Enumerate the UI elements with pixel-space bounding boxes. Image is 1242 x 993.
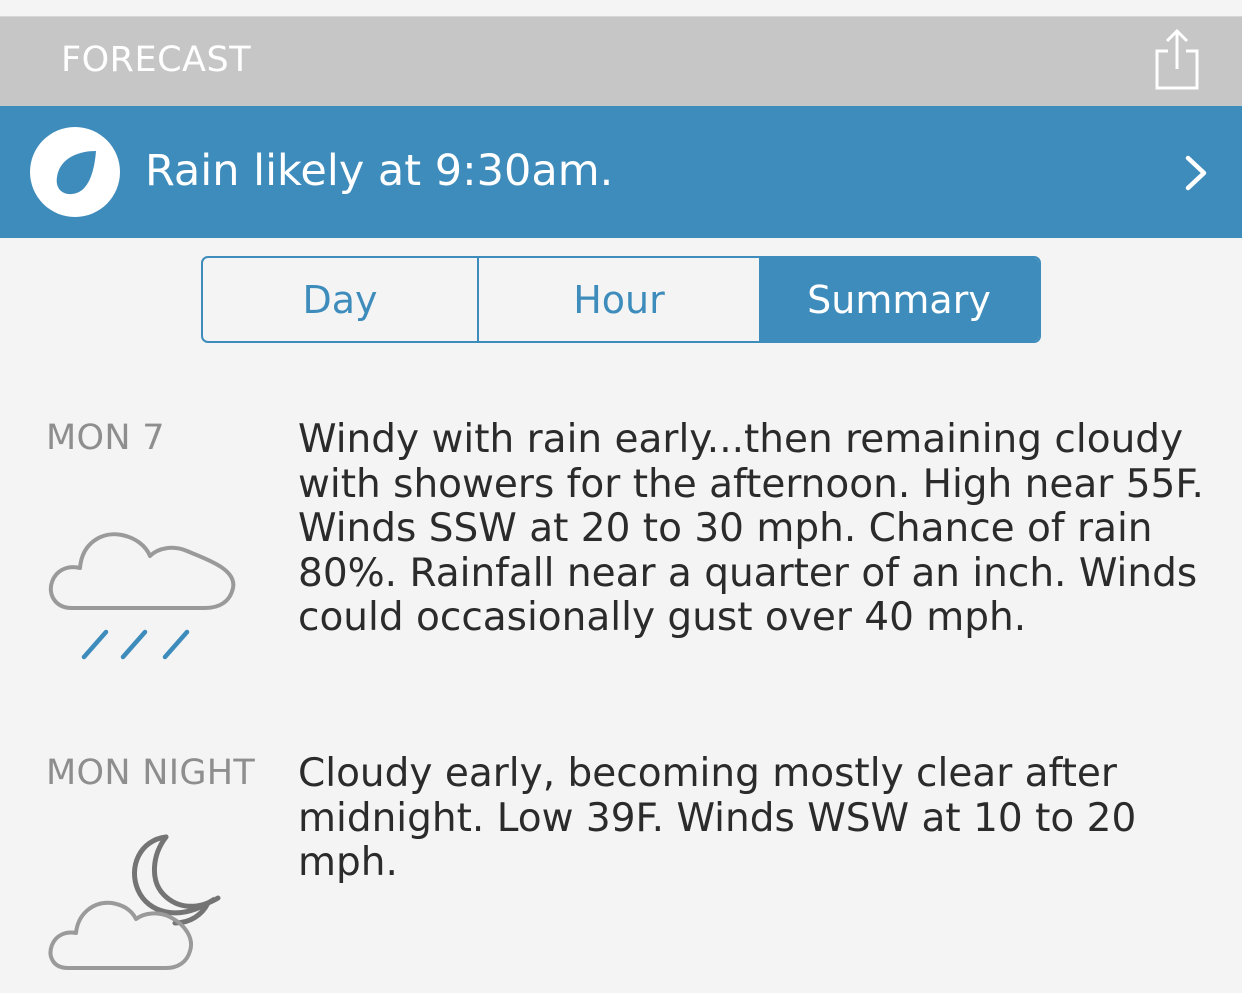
period-label-mon-night: MON NIGHT — [46, 753, 256, 793]
tab-day[interactable]: Day — [203, 258, 479, 341]
raindrop-icon — [56, 151, 96, 195]
share-icon — [1155, 28, 1199, 90]
view-segmented-control: Day Hour Summary — [201, 256, 1041, 343]
status-strip — [0, 0, 1242, 17]
forecast-header: FORECAST — [0, 17, 1242, 106]
share-button[interactable] — [1150, 27, 1206, 93]
tab-hour[interactable]: Hour — [479, 258, 759, 341]
rain-alert-banner[interactable]: Rain likely at 9:30am. — [0, 106, 1242, 238]
period-label-mon: MON 7 — [46, 418, 165, 458]
header-title: FORECAST — [61, 40, 252, 80]
tab-summary[interactable]: Summary — [759, 258, 1039, 341]
forecast-text-mon: Windy with rain early...then remaining c… — [298, 417, 1204, 640]
chevron-right-icon[interactable] — [1180, 154, 1216, 194]
alert-text: Rain likely at 9:30am. — [145, 146, 614, 196]
forecast-text-mon-night: Cloudy early, becoming mostly clear afte… — [298, 751, 1137, 885]
cloud-rain-icon — [48, 532, 236, 660]
partly-cloudy-night-icon — [48, 834, 221, 970]
alert-icon-badge — [30, 127, 120, 217]
